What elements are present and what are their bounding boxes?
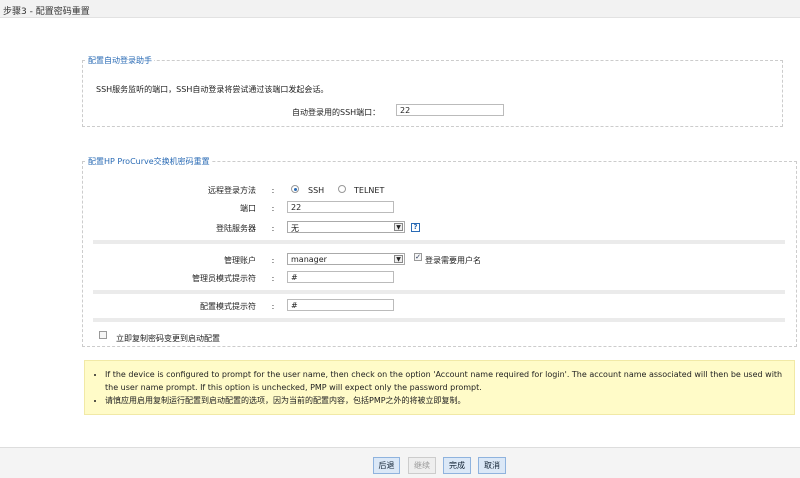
autologin-description: SSH服务监听的端口，SSH自动登录将尝试通过该端口发起会话。 (96, 85, 329, 94)
help-icon[interactable]: ? (411, 223, 420, 232)
back-button[interactable]: 后退 (373, 457, 400, 474)
telnet-label: TELNET (354, 186, 385, 195)
colon: : (271, 274, 275, 283)
divider (93, 290, 785, 294)
account-label: 管理账户 (224, 256, 256, 265)
method-label: 远程登录方法 (208, 186, 256, 195)
port-label: 端口 (240, 204, 256, 213)
hp-legend: 配置HP ProCurve交换机密码重置 (86, 156, 212, 167)
server-value: 无 (291, 224, 299, 233)
config-prompt-label: 配置模式提示符 (200, 302, 256, 311)
require-user-checkbox[interactable]: ✓ (414, 253, 422, 261)
finish-button[interactable]: 完成 (443, 457, 471, 474)
require-user-label: 登录需要用户名 (425, 256, 481, 265)
copy-config-label: 立即复制密码变更到启动配置 (116, 334, 220, 343)
colon: : (271, 186, 275, 195)
page-title: 步骤3 - 配置密码重置 (0, 0, 800, 18)
server-label: 登陆服务器 (216, 224, 256, 233)
divider (93, 240, 785, 244)
ssh-radio[interactable] (291, 185, 299, 193)
copy-config-checkbox[interactable] (99, 331, 107, 339)
continue-button[interactable]: 继续 (408, 457, 436, 474)
ssh-port-label: 自动登录用的SSH端口： (292, 108, 381, 117)
account-value: manager (291, 255, 327, 264)
autologin-legend: 配置自动登录助手 (86, 55, 154, 66)
chevron-down-icon: ▼ (394, 255, 403, 263)
colon: : (271, 224, 275, 233)
footer-bar (0, 447, 800, 478)
colon: : (271, 256, 275, 265)
server-select[interactable]: 无 ▼ (287, 221, 405, 233)
cancel-button[interactable]: 取消 (478, 457, 506, 474)
admin-prompt-label: 管理员模式提示符 (192, 274, 256, 283)
config-prompt-input[interactable]: # (287, 299, 394, 311)
note-item: 请慎应用启用复制运行配置到启动配置的选项，因为当前的配置内容，包括PMP之外的将… (105, 394, 794, 407)
account-select[interactable]: manager ▼ (287, 253, 405, 265)
admin-prompt-input[interactable]: # (287, 271, 394, 283)
port-input[interactable]: 22 (287, 201, 394, 213)
ssh-port-input[interactable]: 22 (396, 104, 504, 116)
note-item: If the device is configured to prompt fo… (105, 368, 794, 394)
chevron-down-icon: ▼ (394, 223, 403, 231)
colon: : (271, 204, 275, 213)
telnet-radio[interactable] (338, 185, 346, 193)
divider (93, 318, 785, 322)
colon: : (271, 302, 275, 311)
info-note: If the device is configured to prompt fo… (84, 360, 795, 415)
ssh-label: SSH (308, 186, 325, 195)
